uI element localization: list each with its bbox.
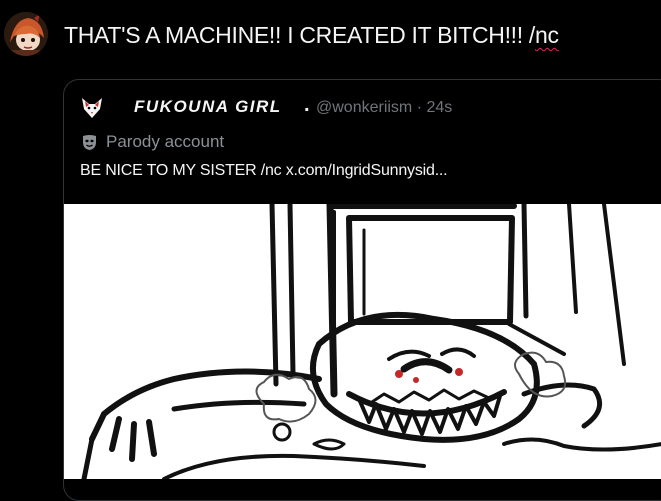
quoted-post-image[interactable] <box>64 204 661 479</box>
user-avatar[interactable] <box>4 12 48 56</box>
post-text-spellcheck-word: nc <box>535 22 559 48</box>
quoted-name-suffix: . <box>304 94 310 116</box>
quoted-handle-time[interactable]: @wonkeriism · 24s <box>316 99 452 117</box>
quoted-avatar[interactable] <box>79 95 105 121</box>
quoted-display-name[interactable]: FUKOUNA GIRL <box>134 97 282 117</box>
parody-account-label: Parody account <box>81 131 224 153</box>
parody-label-text: Parody account <box>106 132 225 151</box>
post-text-main: THAT'S A MACHINE!! I CREATED IT BITCH!!!… <box>64 22 536 48</box>
post-text: THAT'S A MACHINE!! I CREATED IT BITCH!!!… <box>64 20 559 50</box>
sketch-drawing <box>81 204 661 479</box>
user-avatar-icon <box>4 12 48 56</box>
quoted-post-text: BE NICE TO MY SISTER /nc x.com/IngridSun… <box>80 162 448 179</box>
quoted-post-card[interactable]: FUKOUNA GIRL . @wonkeriism · 24s Parody … <box>63 79 661 501</box>
fox-avatar-icon <box>82 98 102 118</box>
theater-masks-icon <box>83 134 96 150</box>
